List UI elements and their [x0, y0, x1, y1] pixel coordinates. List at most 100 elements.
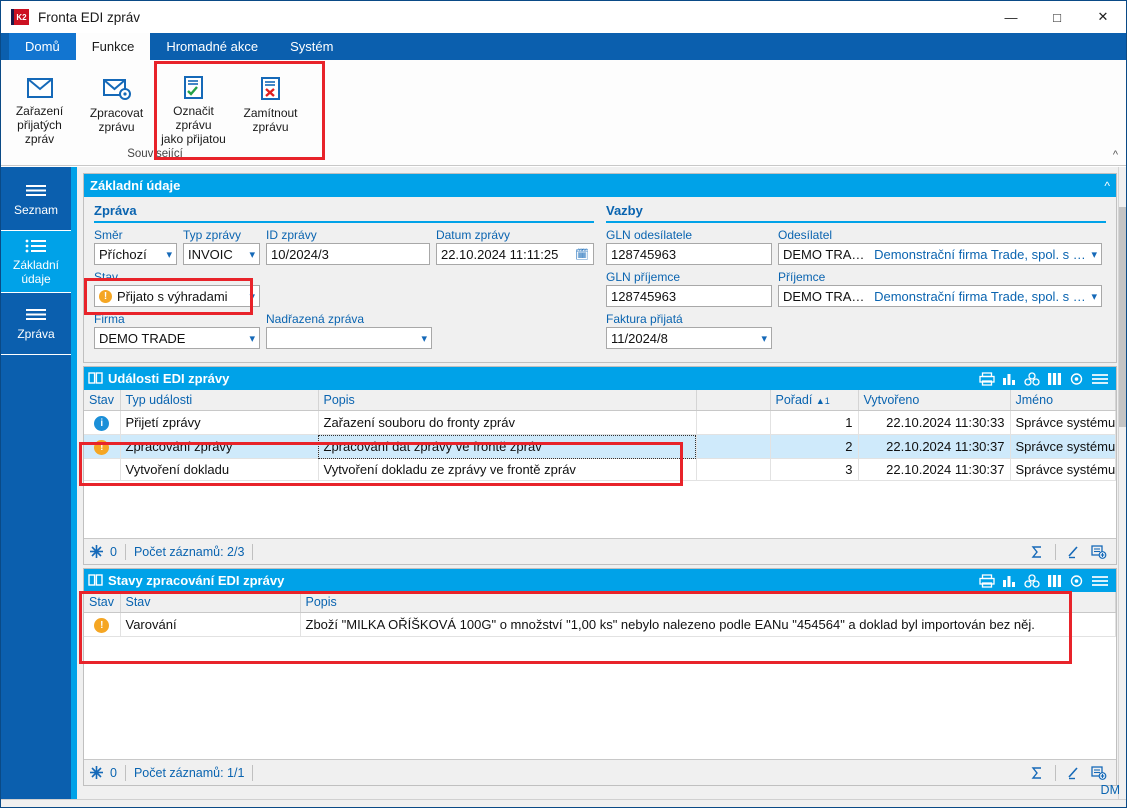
- col-popis[interactable]: Popis: [300, 592, 1116, 613]
- chevron-up-icon[interactable]: ^: [1113, 149, 1118, 161]
- zarazeni-prijatych-zprav-button[interactable]: Zařazení přijatých zpráv: [1, 64, 78, 146]
- smer-input[interactable]: Příchozí ▾: [94, 243, 177, 265]
- oznacit-zpravu-jako-prijatou-button[interactable]: Označit zprávu jako přijatou: [155, 64, 232, 146]
- tab-system[interactable]: Systém: [274, 33, 349, 60]
- col-typ-udalosti[interactable]: Typ události: [120, 390, 319, 411]
- calendar-icon[interactable]: 🗓: [571, 248, 589, 261]
- chart-icon[interactable]: [1002, 372, 1017, 386]
- col-stav-icon[interactable]: Stav: [84, 592, 121, 613]
- new-record-icon[interactable]: [1091, 765, 1107, 780]
- sum-icon[interactable]: [1030, 766, 1044, 780]
- settings-gear-icon[interactable]: [1069, 574, 1084, 588]
- sidebar-item-zprava[interactable]: Zpráva: [1, 293, 71, 355]
- maximize-button[interactable]: □: [1034, 1, 1080, 33]
- minimize-button[interactable]: —: [988, 1, 1034, 33]
- states-table-body: ! Varování Zboží "MILKA OŘÍŠKOVÁ 100G" o…: [84, 612, 1116, 637]
- events-grid-footer: 0 Počet záznamů: 2/3: [84, 538, 1116, 564]
- stav-input[interactable]: ! Přijato s výhradami ▾: [94, 285, 260, 307]
- scrollbar-thumb[interactable]: [1119, 207, 1126, 427]
- lookup-icon[interactable]: ▾: [1087, 248, 1097, 261]
- envelope-icon: [25, 72, 55, 104]
- list-lines-icon: [23, 183, 49, 199]
- lookup-icon[interactable]: ▾: [162, 248, 172, 261]
- title-bar: K2 Fronta EDI zpráv — □ ✕: [1, 1, 1126, 33]
- col-stav[interactable]: Stav: [84, 390, 121, 411]
- gln-odesilatele-input[interactable]: 128745963: [606, 243, 772, 265]
- document-check-icon: [179, 72, 209, 104]
- hamburger-menu-icon[interactable]: [1091, 372, 1109, 386]
- field-value: 22.10.2024 11:11:25: [440, 246, 559, 262]
- info-status-icon: i: [94, 416, 110, 431]
- table-row[interactable]: Vytvoření dokladu Vytvoření dokladu ze z…: [84, 458, 1116, 481]
- settings-gear-icon[interactable]: [1069, 372, 1084, 386]
- zpracovat-zpravu-button[interactable]: Zpracovat zprávu: [78, 64, 155, 146]
- table-row[interactable]: ! Zpracování zprávy Zpracování dat zpráv…: [84, 434, 1116, 459]
- chevron-down-icon[interactable]: ▾: [245, 332, 255, 345]
- prijemce-input[interactable]: DEMO TRADE Demonstrační firma Trade, spo…: [778, 285, 1102, 307]
- col-jmeno[interactable]: Jméno: [1010, 390, 1116, 411]
- chart-icon[interactable]: [1002, 574, 1017, 588]
- edit-pencil-icon[interactable]: [1067, 545, 1082, 559]
- cell-popis: Zpracování dat zprávy ve frontě zpráv: [318, 434, 697, 459]
- datum-zpravy-input[interactable]: 22.10.2024 11:11:25 🗓: [435, 243, 594, 265]
- sidebar-item-label: Základní: [12, 257, 60, 272]
- pivot-icon[interactable]: [1024, 573, 1040, 588]
- typ-zpravy-input[interactable]: INVOIC ▾: [182, 243, 261, 265]
- col-popis[interactable]: Popis: [318, 390, 697, 411]
- field-id-zpravy: ID zprávy 10/2024/3: [266, 228, 430, 265]
- cell-jmeno: Správce systému K2: [1010, 410, 1116, 435]
- col-vytvoreno[interactable]: Vytvořeno: [858, 390, 1011, 411]
- chevron-down-icon[interactable]: ▾: [757, 332, 767, 345]
- warning-status-icon: !: [94, 440, 110, 455]
- hamburger-menu-icon[interactable]: [1091, 574, 1109, 588]
- print-icon[interactable]: [979, 371, 995, 386]
- table-row[interactable]: i Přijetí zprávy Zařazení souboru do fro…: [84, 410, 1116, 435]
- field-value: Přijato s výhradami: [117, 288, 228, 304]
- marked-records-icon[interactable]: [89, 765, 104, 780]
- zamitnout-zpravu-button[interactable]: Zamítnout zprávu: [232, 64, 309, 146]
- lookup-icon[interactable]: ▾: [245, 248, 255, 261]
- ribbon-label-line2: přijatých zpráv: [17, 118, 62, 146]
- tab-funkce[interactable]: Funkce: [75, 33, 151, 60]
- firma-input[interactable]: DEMO TRADE ▾: [94, 327, 260, 349]
- ribbon-group-label: Související: [127, 148, 183, 160]
- sidebar-item-zakladni-udaje[interactable]: Základní údaje: [1, 231, 71, 293]
- col-poradi[interactable]: Pořadí ▲1: [770, 390, 859, 411]
- odesilatel-input[interactable]: DEMO TRADE Demonstrační firma Trade, spo…: [778, 243, 1102, 265]
- cell-typ-udalosti: Přijetí zprávy: [120, 410, 319, 435]
- chevron-down-icon[interactable]: ▾: [245, 290, 255, 303]
- chevron-up-icon[interactable]: ^: [1104, 179, 1110, 193]
- col-stav[interactable]: Stav: [120, 592, 301, 613]
- field-value-code: DEMO TRADE: [783, 288, 869, 304]
- table-row[interactable]: ! Varování Zboží "MILKA OŘÍŠKOVÁ 100G" o…: [84, 612, 1116, 637]
- new-record-icon[interactable]: [1091, 544, 1107, 559]
- cell-vytvoreno: 22.10.2024 11:30:37: [858, 434, 1011, 459]
- sidebar-item-seznam[interactable]: Seznam: [1, 169, 71, 231]
- lookup-icon[interactable]: ▾: [1087, 290, 1097, 303]
- field-typ-zpravy: Typ zprávy INVOIC ▾: [182, 228, 261, 265]
- ribbon-tab-bar: Domů Funkce Hromadné akce Systém: [1, 33, 1126, 60]
- gln-prijemce-input[interactable]: 128745963: [606, 285, 772, 307]
- faktura-prijata-input[interactable]: 11/2024/8 ▾: [606, 327, 772, 349]
- sidebar-empty-area: [1, 355, 71, 807]
- cell-vytvoreno: 22.10.2024 11:30:37: [858, 458, 1011, 481]
- columns-icon[interactable]: [1047, 372, 1062, 386]
- marked-records-icon[interactable]: [89, 544, 104, 559]
- id-zpravy-input[interactable]: 10/2024/3: [266, 243, 430, 265]
- lookup-icon[interactable]: ▾: [417, 332, 427, 345]
- events-table: Stav Typ události Popis Pořadí ▲1 Vytvoř…: [84, 390, 1116, 481]
- tab-hromadne-akce[interactable]: Hromadné akce: [150, 33, 274, 60]
- pivot-icon[interactable]: [1024, 371, 1040, 386]
- close-button[interactable]: ✕: [1080, 1, 1126, 33]
- nadrazena-zprava-input[interactable]: ▾: [266, 327, 432, 349]
- edit-pencil-icon[interactable]: [1067, 766, 1082, 780]
- tab-domu[interactable]: Domů: [9, 33, 76, 60]
- grid-title: Stavy zpracování EDI zprávy: [108, 573, 285, 588]
- print-icon[interactable]: [979, 573, 995, 588]
- ribbon-group-souvisejici: Zařazení přijatých zpráv Zpracovat zpráv…: [1, 60, 309, 165]
- content-scrollbar[interactable]: [1118, 167, 1126, 807]
- columns-icon[interactable]: [1047, 574, 1062, 588]
- cell-spacer: [696, 410, 771, 435]
- panel-title: Základní údaje: [90, 178, 181, 193]
- sum-icon[interactable]: [1030, 545, 1044, 559]
